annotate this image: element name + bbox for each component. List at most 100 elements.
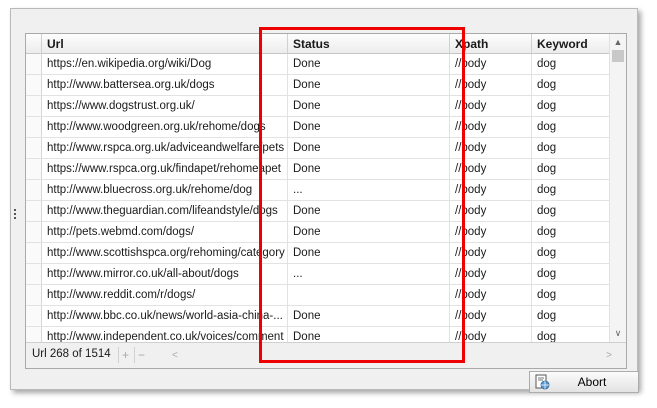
row-indicator[interactable] bbox=[26, 54, 42, 75]
scroll-thumb[interactable] bbox=[612, 50, 624, 62]
table-row[interactable]: http://www.theguardian.com/lifeandstyle/… bbox=[26, 201, 611, 222]
xpath-cell[interactable]: //body bbox=[450, 222, 532, 243]
url-cell[interactable]: https://en.wikipedia.org/wiki/Dog bbox=[42, 54, 288, 75]
xpath-cell[interactable]: //body bbox=[450, 201, 532, 222]
keyword-cell[interactable]: dog bbox=[532, 54, 611, 75]
table-row[interactable]: http://www.mirror.co.uk/all-about/dogs..… bbox=[26, 264, 611, 285]
row-indicator[interactable] bbox=[26, 327, 42, 342]
url-cell[interactable]: http://pets.webmd.com/dogs/ bbox=[42, 222, 288, 243]
url-cell[interactable]: http://www.rspca.org.uk/adviceandwelfare… bbox=[42, 138, 288, 159]
status-cell[interactable]: ... bbox=[288, 264, 450, 285]
table-row[interactable]: http://www.independent.co.uk/voices/comm… bbox=[26, 327, 611, 342]
row-indicator[interactable] bbox=[26, 222, 42, 243]
table-row[interactable]: http://www.rspca.org.uk/adviceandwelfare… bbox=[26, 138, 611, 159]
table-row[interactable]: http://www.battersea.org.uk/dogs Done//bo… bbox=[26, 75, 611, 96]
xpath-cell[interactable]: //body bbox=[450, 159, 532, 180]
status-cell[interactable]: Done bbox=[288, 243, 450, 264]
column-header-status[interactable]: Status bbox=[288, 34, 450, 54]
scroll-down-icon[interactable]: ∨ bbox=[610, 326, 626, 340]
keyword-cell[interactable]: dog bbox=[532, 327, 611, 342]
xpath-cell[interactable]: //body bbox=[450, 96, 532, 117]
row-indicator[interactable] bbox=[26, 138, 42, 159]
row-indicator[interactable] bbox=[26, 180, 42, 201]
url-cell[interactable]: http://www.bbc.co.uk/news/world-asia-chi… bbox=[42, 306, 288, 327]
keyword-cell[interactable]: dog bbox=[532, 201, 611, 222]
table-row[interactable]: http://www.reddit.com/r/dogs/ //body dog bbox=[26, 285, 611, 306]
url-cell[interactable]: http://www.battersea.org.uk/dogs bbox=[42, 75, 288, 96]
xpath-cell[interactable]: //body bbox=[450, 138, 532, 159]
keyword-cell[interactable]: dog bbox=[532, 306, 611, 327]
row-indicator[interactable] bbox=[26, 117, 42, 138]
keyword-cell[interactable]: dog bbox=[532, 117, 611, 138]
url-cell[interactable]: http://www.woodgreen.org.uk/rehome/dogs bbox=[42, 117, 288, 138]
row-indicator[interactable] bbox=[26, 306, 42, 327]
status-cell[interactable]: Done bbox=[288, 96, 450, 117]
row-indicator[interactable] bbox=[26, 285, 42, 306]
url-cell[interactable]: http://www.bluecross.org.uk/rehome/dog bbox=[42, 180, 288, 201]
add-record-button[interactable]: + bbox=[118, 347, 132, 363]
scroll-right-icon[interactable]: > bbox=[606, 349, 612, 362]
status-cell[interactable]: Done bbox=[288, 54, 450, 75]
table-row[interactable]: https://en.wikipedia.org/wiki/Dog Done//b… bbox=[26, 54, 611, 75]
grid-header: Url Status Xpath Keyword bbox=[26, 34, 611, 54]
status-cell[interactable]: Done bbox=[288, 306, 450, 327]
xpath-cell[interactable]: //body bbox=[450, 285, 532, 306]
url-cell[interactable]: http://www.scottishspca.org/rehoming/cat… bbox=[42, 243, 288, 264]
url-cell[interactable]: http://www.mirror.co.uk/all-about/dogs bbox=[42, 264, 288, 285]
url-cell[interactable]: https://www.dogstrust.org.uk/ bbox=[42, 96, 288, 117]
row-indicator[interactable] bbox=[26, 264, 42, 285]
status-cell[interactable]: Done bbox=[288, 201, 450, 222]
table-row[interactable]: http://www.scottishspca.org/rehoming/cat… bbox=[26, 243, 611, 264]
status-cell[interactable]: Done bbox=[288, 159, 450, 180]
status-cell[interactable]: Done bbox=[288, 138, 450, 159]
table-row[interactable]: https://www.rspca.org.uk/findapet/rehome… bbox=[26, 159, 611, 180]
xpath-cell[interactable]: //body bbox=[450, 306, 532, 327]
keyword-cell[interactable]: dog bbox=[532, 138, 611, 159]
url-cell[interactable]: https://www.rspca.org.uk/findapet/rehome… bbox=[42, 159, 288, 180]
url-cell[interactable]: http://www.theguardian.com/lifeandstyle/… bbox=[42, 201, 288, 222]
remove-record-button[interactable]: − bbox=[134, 347, 148, 363]
drag-grip-icon[interactable] bbox=[14, 209, 17, 223]
table-row[interactable]: https://www.dogstrust.org.uk/Done//body d… bbox=[26, 96, 611, 117]
xpath-cell[interactable]: //body bbox=[450, 264, 532, 285]
status-cell[interactable] bbox=[288, 285, 450, 306]
keyword-cell[interactable]: dog bbox=[532, 75, 611, 96]
table-row[interactable]: http://pets.webmd.com/dogs/Done//body dog bbox=[26, 222, 611, 243]
row-indicator[interactable] bbox=[26, 75, 42, 96]
abort-button[interactable]: Abort bbox=[529, 371, 639, 393]
vertical-scrollbar[interactable]: ▲ ∨ bbox=[609, 34, 626, 342]
keyword-cell[interactable]: dog bbox=[532, 264, 611, 285]
status-cell[interactable]: Done bbox=[288, 222, 450, 243]
column-header-keyword[interactable]: Keyword bbox=[532, 34, 611, 54]
xpath-cell[interactable]: //body bbox=[450, 327, 532, 342]
xpath-cell[interactable]: //body bbox=[450, 54, 532, 75]
keyword-cell[interactable]: dog bbox=[532, 96, 611, 117]
xpath-cell[interactable]: //body bbox=[450, 117, 532, 138]
keyword-cell[interactable]: dog bbox=[532, 222, 611, 243]
keyword-cell[interactable]: dog bbox=[532, 285, 611, 306]
horizontal-scrollbar[interactable]: < > bbox=[172, 349, 612, 362]
url-cell[interactable]: http://www.independent.co.uk/voices/comm… bbox=[42, 327, 288, 342]
scroll-left-icon[interactable]: < bbox=[172, 349, 178, 362]
row-indicator[interactable] bbox=[26, 159, 42, 180]
keyword-cell[interactable]: dog bbox=[532, 243, 611, 264]
xpath-cell[interactable]: //body bbox=[450, 75, 532, 96]
scroll-up-icon[interactable]: ▲ bbox=[610, 35, 626, 49]
url-cell[interactable]: http://www.reddit.com/r/dogs/ bbox=[42, 285, 288, 306]
xpath-cell[interactable]: //body bbox=[450, 243, 532, 264]
status-cell[interactable]: ... bbox=[288, 180, 450, 201]
table-row[interactable]: http://www.bluecross.org.uk/rehome/dog..… bbox=[26, 180, 611, 201]
status-cell[interactable]: Done bbox=[288, 117, 450, 138]
keyword-cell[interactable]: dog bbox=[532, 180, 611, 201]
xpath-cell[interactable]: //body bbox=[450, 180, 532, 201]
row-indicator[interactable] bbox=[26, 201, 42, 222]
row-indicator[interactable] bbox=[26, 96, 42, 117]
status-cell[interactable]: Done bbox=[288, 327, 450, 342]
column-header-xpath[interactable]: Xpath bbox=[450, 34, 532, 54]
column-header-url[interactable]: Url bbox=[42, 34, 288, 54]
table-row[interactable]: http://www.woodgreen.org.uk/rehome/dogs D… bbox=[26, 117, 611, 138]
status-cell[interactable]: Done bbox=[288, 75, 450, 96]
keyword-cell[interactable]: dog bbox=[532, 159, 611, 180]
table-row[interactable]: http://www.bbc.co.uk/news/world-asia-chi… bbox=[26, 306, 611, 327]
row-indicator[interactable] bbox=[26, 243, 42, 264]
